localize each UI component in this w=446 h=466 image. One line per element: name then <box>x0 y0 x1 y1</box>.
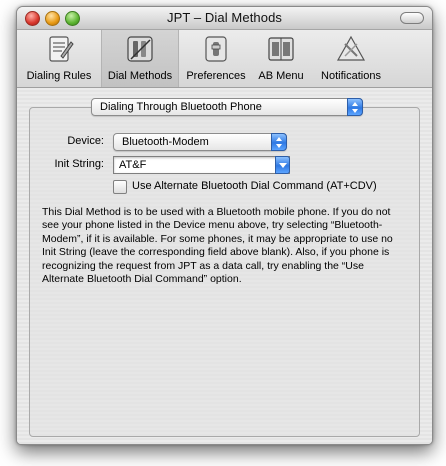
device-label: Device: <box>67 135 104 147</box>
chevron-down-icon[interactable] <box>275 156 290 174</box>
alt-command-label: Use Alternate Bluetooth Dial Command (AT… <box>132 180 377 192</box>
alt-command-checkbox[interactable] <box>113 180 127 194</box>
tab-preferences[interactable]: Preferences <box>181 30 251 87</box>
tab-label: Preferences <box>186 70 246 82</box>
tab-label: AB Menu <box>258 70 304 82</box>
device-popup[interactable]: Bluetooth-Modem <box>113 133 287 151</box>
description-text: This Dial Method is to be used with a Bl… <box>42 206 393 286</box>
tab-label: Dialing Rules <box>26 70 92 82</box>
tab-label: Dial Methods <box>107 70 173 82</box>
toolbar-toggle-button[interactable] <box>400 12 424 24</box>
dialing-rules-icon <box>49 36 74 62</box>
window-title: JPT – Dial Methods <box>167 10 282 25</box>
content-area: Dialing Through Bluetooth Phone Device: … <box>17 88 432 444</box>
preferences-icon <box>205 36 227 62</box>
popup-arrows-icon <box>271 133 287 151</box>
title-bar[interactable]: JPT – Dial Methods <box>17 7 432 30</box>
dial-method-value: Dialing Through Bluetooth Phone <box>100 101 262 113</box>
tab-dialing-rules[interactable]: Dialing Rules <box>21 30 97 87</box>
dial-method-group-box: Dialing Through Bluetooth Phone Device: … <box>29 98 420 437</box>
notifications-icon <box>336 35 366 61</box>
init-string-value: AT&F <box>119 159 147 171</box>
tab-notifications[interactable]: Notifications <box>312 30 390 87</box>
preferences-window: JPT – Dial Methods Dialing Rules Dial Me… <box>16 6 433 445</box>
tab-dial-methods[interactable]: Dial Methods <box>101 30 179 87</box>
init-string-field[interactable]: AT&F <box>113 156 290 174</box>
address-book-menu-icon <box>268 37 294 61</box>
init-string-label: Init String: <box>54 158 104 170</box>
device-value: Bluetooth-Modem <box>122 136 209 148</box>
tab-ab-menu[interactable]: AB Menu <box>253 30 309 87</box>
popup-arrows-icon <box>347 98 363 116</box>
toolbar: Dialing Rules Dial Methods Preferences A… <box>17 30 432 88</box>
dial-method-popup[interactable]: Dialing Through Bluetooth Phone <box>91 98 363 116</box>
dial-methods-icon <box>127 36 153 62</box>
tab-label: Notifications <box>321 70 381 82</box>
